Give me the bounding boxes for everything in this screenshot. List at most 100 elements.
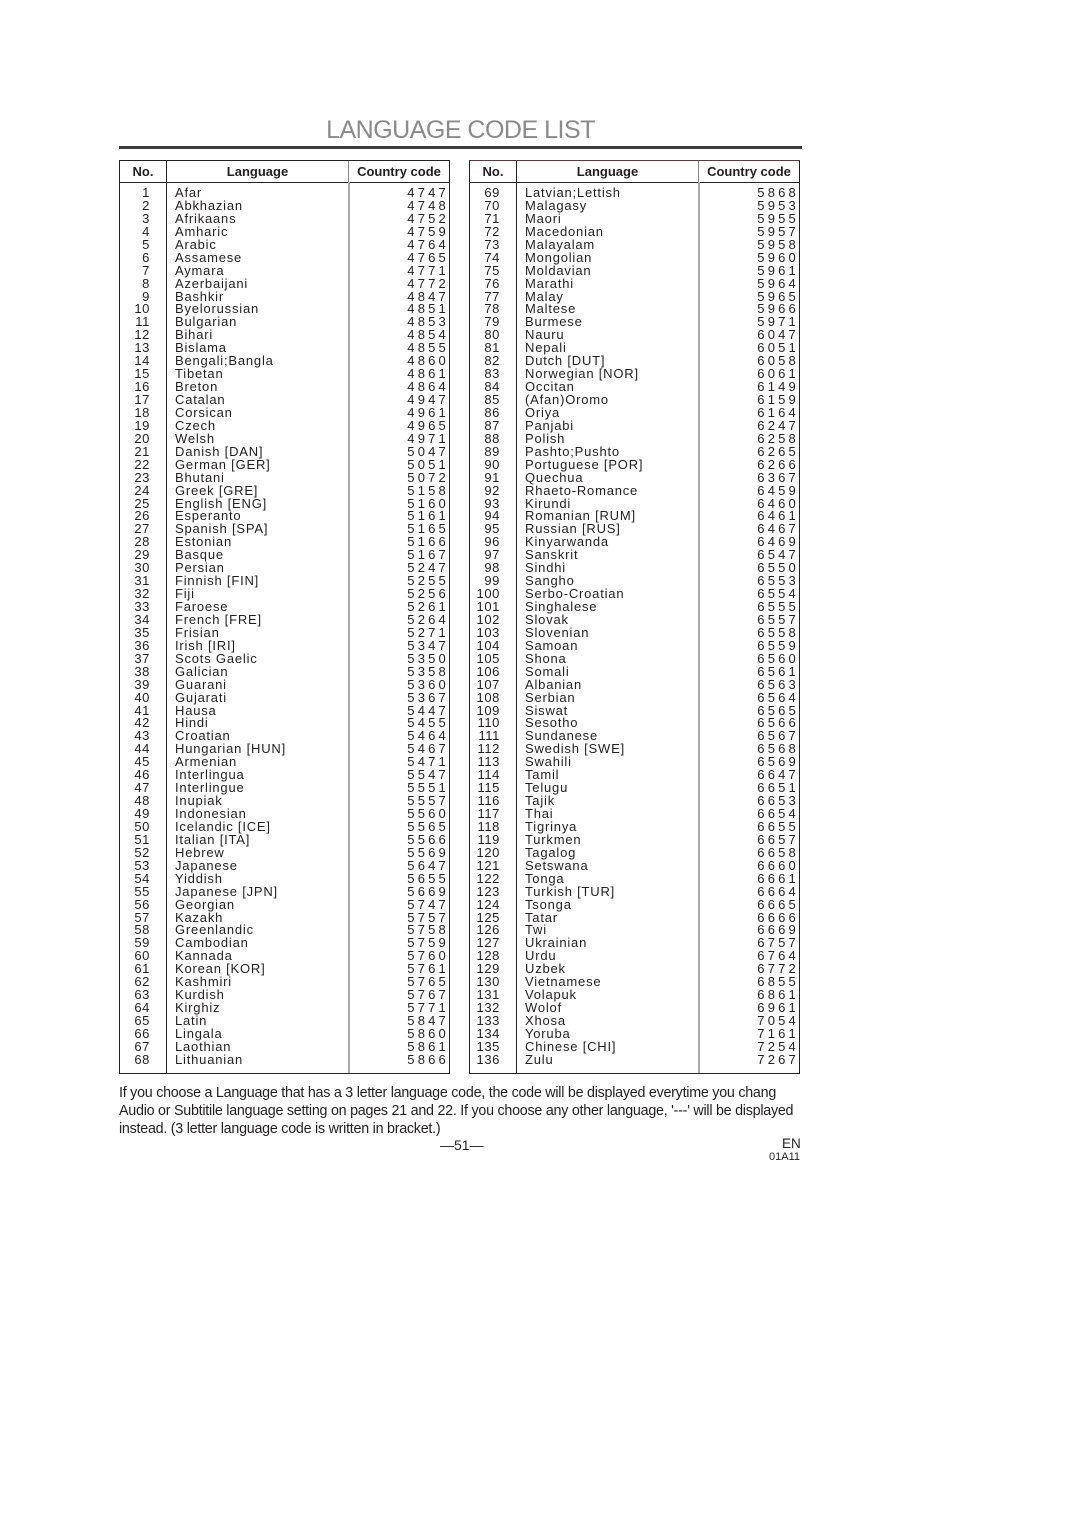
table-row: 117 Thai 6654 [470, 807, 799, 821]
table-row: 42 Hindi 5455 [120, 716, 449, 730]
table-row: 96 Kinyarwanda 6469 [470, 535, 799, 549]
language-name: Zulu [525, 1051, 554, 1067]
table-row: 55 Japanese [JPN] 5669 [120, 885, 449, 899]
table-row: 7 Aymara 4771 [120, 264, 449, 278]
table-row: 53 Japanese 5647 [120, 859, 449, 873]
row-number: 136 [476, 1051, 500, 1067]
table-row: 21 Danish [DAN] 5047 [120, 445, 449, 459]
table-row: 110 Sesotho 6566 [470, 716, 799, 730]
table-row: 36 Irish [IRI] 5347 [120, 639, 449, 653]
table-row: 134 Yoruba 7161 [470, 1027, 799, 1041]
language-table-right: No. Language Country code 69 Latvian;Lett… [469, 160, 800, 1074]
table-row: 57 Kazakh 5757 [120, 911, 449, 925]
table-row: 79 Burmese 5971 [470, 315, 799, 329]
country-code: 7267 [757, 1051, 799, 1067]
table-row: 78 Maltese 5966 [470, 302, 799, 316]
table-row: 30 Persian 5247 [120, 561, 449, 575]
table-row: 85 (Afan)Oromo 6159 [470, 393, 799, 407]
table-row: 64 Kirghiz 5771 [120, 1001, 449, 1015]
table-row: 4 Amharic 4759 [120, 225, 449, 239]
table-row: 121 Setswana 6660 [470, 859, 799, 873]
table-row: 132 Wolof 6961 [470, 1001, 799, 1015]
table-row: 27 Spanish [SPA] 5165 [120, 522, 449, 536]
table-row: 67 Laothian 5861 [120, 1040, 449, 1054]
table-row: 105 Shona 6560 [470, 652, 799, 666]
table-row: 90 Portuguese [POR] 6266 [470, 458, 799, 472]
table-row: 68 Lithuanian 5866 [120, 1051, 449, 1067]
table-row: 112 Swedish [SWE] 6568 [470, 742, 799, 756]
table-row: 44 Hungarian [HUN] 5467 [120, 742, 449, 756]
table-row: 6 Assamese 4765 [120, 251, 449, 265]
table-row: 13 Bislama 4855 [120, 341, 449, 355]
table-row: 87 Panjabi 6247 [470, 419, 799, 433]
table-header: No. Language Country code [120, 161, 449, 183]
title-rule [119, 146, 802, 149]
table-row: 69 Latvian;Lettish 5868 [470, 186, 799, 200]
table-row: 15 Tibetan 4861 [120, 367, 449, 381]
table-row: 127 Ukrainian 6757 [470, 936, 799, 950]
table-row: 80 Nauru 6047 [470, 328, 799, 342]
table-row: 115 Telugu 6651 [470, 781, 799, 795]
table-row: 86 Oriya 6164 [470, 406, 799, 420]
table-row: 25 English [ENG] 5160 [120, 497, 449, 511]
row-number: 68 [134, 1051, 150, 1067]
table-row: 48 Inupiak 5557 [120, 794, 449, 808]
table-row: 129 Uzbek 6772 [470, 962, 799, 976]
table-row: 23 Bhutani 5072 [120, 471, 449, 485]
table-row: 51 Italian [ITA] 5566 [120, 833, 449, 847]
table-row: 84 Occitan 6149 [470, 380, 799, 394]
table-row: 92 Rhaeto-Romance 6459 [470, 484, 799, 498]
table-row: 116 Tajik 6653 [470, 794, 799, 808]
table-row: 81 Nepali 6051 [470, 341, 799, 355]
table-row: 9 Bashkir 4847 [120, 290, 449, 304]
table-row: 18 Corsican 4961 [120, 406, 449, 420]
table-row: 40 Gujarati 5367 [120, 691, 449, 705]
header-language: Language [517, 161, 699, 182]
table-row: 88 Polish 6258 [470, 432, 799, 446]
table-row: 102 Slovak 6557 [470, 613, 799, 627]
table-row: 98 Sindhi 6550 [470, 561, 799, 575]
table-row: 34 French [FRE] 5264 [120, 613, 449, 627]
table-row: 99 Sangho 6553 [470, 574, 799, 588]
table-row: 52 Hebrew 5569 [120, 846, 449, 860]
language-tag: EN [782, 1136, 801, 1151]
table-row: 126 Twi 6669 [470, 923, 799, 937]
table-row: 66 Lingala 5860 [120, 1027, 449, 1041]
table-row: 73 Malayalam 5958 [470, 238, 799, 252]
table-row: 94 Romanian [RUM] 6461 [470, 509, 799, 523]
table-row: 24 Greek [GRE] 5158 [120, 484, 449, 498]
table-row: 38 Galician 5358 [120, 665, 449, 679]
table-row: 74 Mongolian 5960 [470, 251, 799, 265]
table-row: 125 Tatar 6666 [470, 911, 799, 925]
table-row: 31 Finnish [FIN] 5255 [120, 574, 449, 588]
table-row: 47 Interlingue 5551 [120, 781, 449, 795]
table-body: 69 Latvian;Lettish 5868 70 Malagasy 5953 71 Mao… [470, 186, 799, 1067]
table-row: 106 Somali 6561 [470, 665, 799, 679]
table-row: 76 Marathi 5964 [470, 277, 799, 291]
table-row: 58 Greenlandic 5758 [120, 923, 449, 937]
table-row: 128 Urdu 6764 [470, 949, 799, 963]
table-row: 26 Esperanto 5161 [120, 509, 449, 523]
table-row: 101 Singhalese 6555 [470, 600, 799, 614]
footnote-line: If you choose a Language that has a 3 le… [119, 1085, 777, 1101]
header-country-code: Country code [357, 164, 441, 179]
page-title: LANGUAGE CODE LIST [326, 116, 595, 144]
table-row: 1 Afar 4747 [120, 186, 449, 200]
table-row: 63 Kurdish 5767 [120, 988, 449, 1002]
table-row: 108 Serbian 6564 [470, 691, 799, 705]
table-row: 10 Byelorussian 4851 [120, 302, 449, 316]
table-row: 113 Swahili 6569 [470, 755, 799, 769]
table-row: 45 Armenian 5471 [120, 755, 449, 769]
table-row: 35 Frisian 5271 [120, 626, 449, 640]
language-name: Lithuanian [175, 1051, 243, 1067]
table-row: 2 Abkhazian 4748 [120, 199, 449, 213]
table-row: 77 Malay 5965 [470, 290, 799, 304]
table-row: 111 Sundanese 6567 [470, 729, 799, 743]
table-row: 103 Slovenian 6558 [470, 626, 799, 640]
table-row: 120 Tagalog 6658 [470, 846, 799, 860]
table-row: 131 Volapuk 6861 [470, 988, 799, 1002]
table-row: 130 Vietnamese 6855 [470, 975, 799, 989]
header-language: Language [167, 161, 349, 182]
table-row: 95 Russian [RUS] 6467 [470, 522, 799, 536]
table-row: 17 Catalan 4947 [120, 393, 449, 407]
